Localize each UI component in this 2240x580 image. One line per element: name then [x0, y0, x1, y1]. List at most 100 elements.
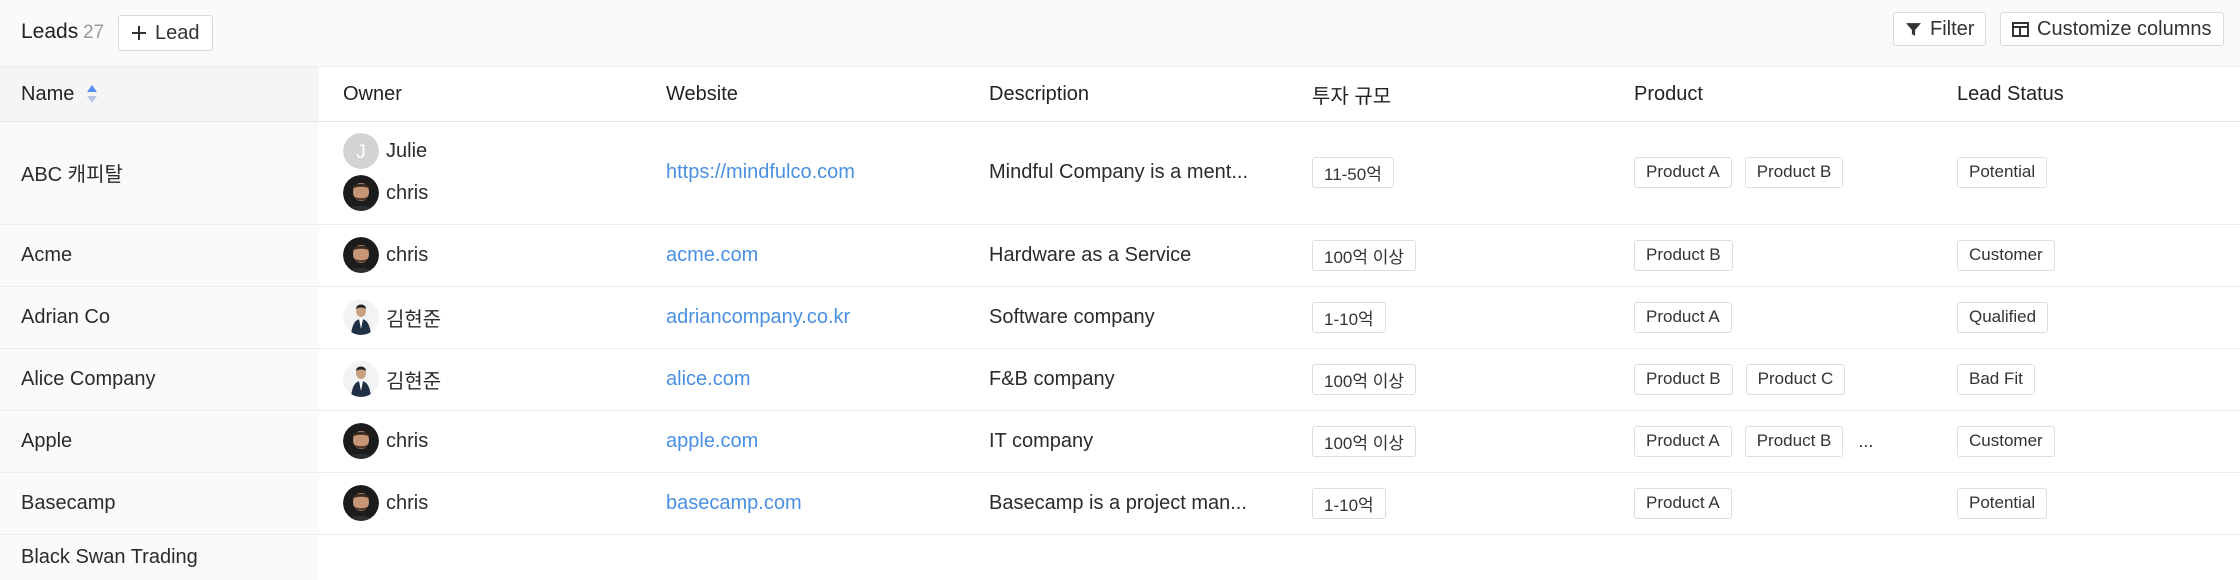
- page-title: Leads: [21, 20, 79, 43]
- avatar-icon: [343, 361, 379, 397]
- sort-icon[interactable]: [86, 84, 98, 104]
- owner-cell: 김현준: [343, 286, 441, 348]
- status-badge[interactable]: Bad Fit: [1957, 363, 2035, 395]
- description: Basecamp is a project man...: [989, 491, 1247, 514]
- website-link[interactable]: adriancompany.co.kr: [666, 286, 850, 348]
- investment-tag[interactable]: 100억 이상: [1312, 239, 1417, 271]
- list-toolbar: Leads 27 Lead Filter Customize columns: [0, 0, 2240, 66]
- lead-name[interactable]: Basecamp: [21, 472, 116, 534]
- website-link[interactable]: apple.com: [666, 410, 758, 472]
- investment-tag[interactable]: 11-50억: [1312, 156, 1394, 188]
- owner-list: 김현준: [343, 361, 441, 397]
- filter-label: Filter: [1930, 17, 1975, 40]
- description: F&B company: [989, 367, 1115, 390]
- product-tag[interactable]: Product B: [1634, 239, 1733, 271]
- owner-list: chris: [343, 485, 428, 521]
- lead-name[interactable]: Acme: [21, 224, 72, 286]
- product-tag[interactable]: Product B: [1744, 156, 1844, 188]
- investment-tag[interactable]: 100억 이상: [1312, 363, 1417, 395]
- description: Mindful Company is a ment...: [989, 160, 1248, 183]
- table-row[interactable]: ABC 캐피탈 J Julie chris https://mindfulco.com M…: [0, 120, 2240, 225]
- status-cell: Potential: [1957, 472, 2048, 534]
- lead-name[interactable]: Alice Company: [21, 348, 156, 410]
- website-link[interactable]: basecamp.com: [666, 472, 802, 534]
- product-tag[interactable]: Product B: [1744, 425, 1844, 457]
- owner-item[interactable]: 김현준: [343, 361, 441, 397]
- column-header-investment[interactable]: 투자 규모: [1312, 67, 1391, 121]
- status-cell: Qualified: [1957, 286, 2049, 348]
- customize-columns-label: Customize columns: [2037, 17, 2212, 40]
- filter-button[interactable]: Filter: [1893, 12, 1987, 46]
- status-cell: Potential: [1957, 120, 2048, 224]
- owner-name: chris: [386, 491, 429, 514]
- column-header-owner[interactable]: Owner: [343, 67, 402, 121]
- owner-item[interactable]: chris: [343, 423, 428, 459]
- column-header-website[interactable]: Website: [666, 67, 738, 121]
- product-cell: Product A Product B...: [1634, 410, 1873, 472]
- investment-tag[interactable]: 1-10억: [1312, 301, 1386, 333]
- add-lead-button[interactable]: Lead: [118, 15, 213, 51]
- owner-name: Julie: [386, 139, 428, 162]
- product-tag[interactable]: Product A: [1634, 156, 1732, 188]
- product-tag[interactable]: Product C: [1745, 363, 1846, 395]
- table-row[interactable]: Acme chris acme.com Hardware as a Service 10…: [0, 224, 2240, 287]
- investment-cell: 100억 이상: [1312, 348, 1417, 410]
- column-header-lead-status[interactable]: Lead Status: [1957, 67, 2064, 121]
- owner-name: chris: [386, 181, 429, 204]
- website-link[interactable]: alice.com: [666, 348, 750, 410]
- avatar-icon: [343, 299, 379, 335]
- avatar-icon: [343, 423, 379, 459]
- owner-item[interactable]: chris: [343, 237, 428, 273]
- status-cell: Customer: [1957, 410, 2055, 472]
- status-badge[interactable]: Qualified: [1957, 301, 2049, 333]
- description: Hardware as a Service: [989, 243, 1192, 266]
- table-row[interactable]: Apple chris apple.com IT company 100억 이상 Prod…: [0, 410, 2240, 473]
- owner-item[interactable]: J Julie: [343, 133, 428, 169]
- product-cell: Product B Product C: [1634, 348, 1846, 410]
- website-link[interactable]: acme.com: [666, 224, 758, 286]
- product-tag[interactable]: Product A: [1634, 487, 1732, 519]
- table-row[interactable]: Alice Company 김현준 alice.com F&B company 100억…: [0, 348, 2240, 411]
- more-products[interactable]: ...: [1858, 431, 1873, 452]
- product-tag[interactable]: Product A: [1634, 301, 1732, 333]
- product-tag[interactable]: Product A: [1634, 425, 1732, 457]
- product-tags: Product A: [1634, 301, 1732, 333]
- product-cell: Product A: [1634, 286, 1732, 348]
- owner-item[interactable]: 김현준: [343, 299, 441, 335]
- table-row[interactable]: Basecamp chris basecamp.com Basecamp is a p…: [0, 472, 2240, 535]
- product-tags: Product A Product B: [1634, 156, 1844, 188]
- owner-item[interactable]: chris: [343, 485, 428, 521]
- lead-name[interactable]: Adrian Co: [21, 286, 110, 348]
- table-row[interactable]: Adrian Co 김현준 adriancompany.co.kr Software …: [0, 286, 2240, 349]
- owner-list: chris: [343, 237, 428, 273]
- website-link[interactable]: https://mindfulco.com: [666, 120, 855, 224]
- lead-name[interactable]: ABC 캐피탈: [21, 120, 123, 224]
- status-badge[interactable]: Customer: [1957, 239, 2055, 271]
- avatar-icon: J: [343, 133, 379, 169]
- investment-tag[interactable]: 100억 이상: [1312, 425, 1417, 457]
- investment-cell: 11-50억: [1312, 120, 1394, 224]
- investment-cell: 1-10억: [1312, 286, 1386, 348]
- owner-name: 김현준: [386, 370, 442, 393]
- product-tag[interactable]: Product B: [1634, 363, 1733, 395]
- product-cell: Product A: [1634, 472, 1732, 534]
- customize-columns-button[interactable]: Customize columns: [2000, 12, 2224, 46]
- status-badge[interactable]: Potential: [1957, 156, 2048, 188]
- lead-name[interactable]: Black Swan Trading: [21, 534, 198, 580]
- status-badge[interactable]: Customer: [1957, 425, 2055, 457]
- owner-item[interactable]: chris: [343, 175, 428, 211]
- product-tags: Product A Product B...: [1634, 425, 1873, 457]
- lead-name[interactable]: Apple: [21, 410, 72, 472]
- owner-list: chris: [343, 423, 428, 459]
- owner-list: J Julie chris: [343, 133, 428, 211]
- column-header-description[interactable]: Description: [989, 67, 1089, 121]
- owner-cell: chris: [343, 472, 428, 534]
- investment-tag[interactable]: 1-10억: [1312, 487, 1386, 519]
- avatar-icon: [343, 175, 379, 211]
- status-badge[interactable]: Potential: [1957, 487, 2048, 519]
- product-tags: Product B Product C: [1634, 363, 1846, 395]
- column-header-product[interactable]: Product: [1634, 67, 1703, 121]
- table-row[interactable]: Black Swan Trading: [0, 534, 2240, 580]
- investment-cell: 100억 이상: [1312, 224, 1417, 286]
- column-header-name[interactable]: Name: [0, 67, 319, 121]
